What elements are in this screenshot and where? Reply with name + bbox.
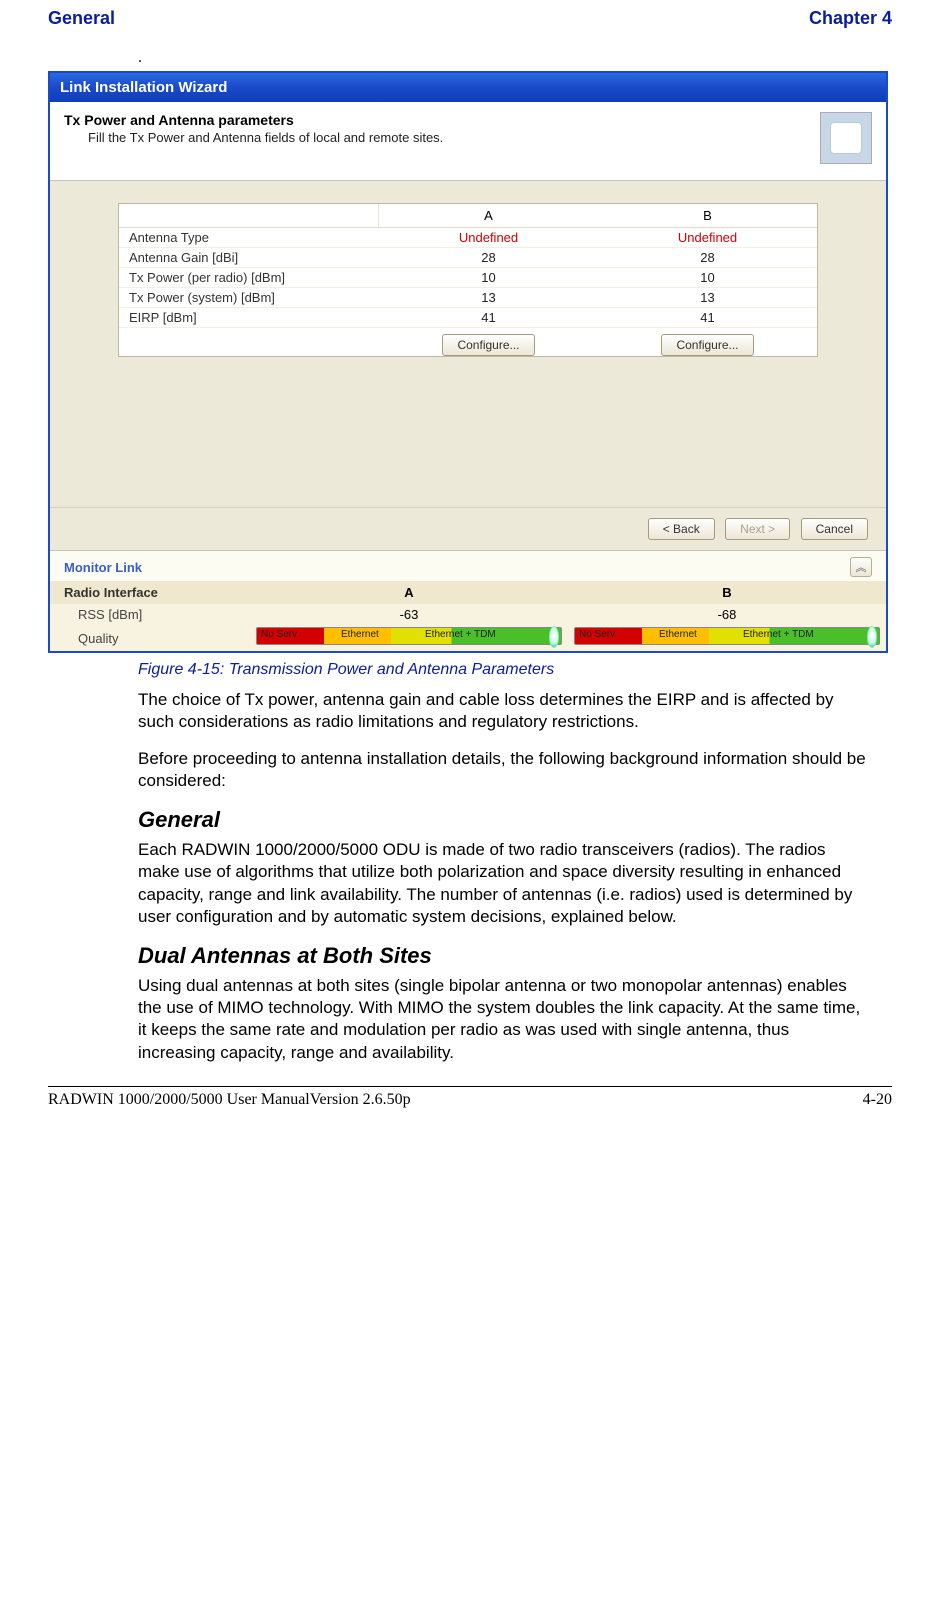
table-row: Antenna Type Undefined Undefined bbox=[119, 228, 817, 248]
bar-seg-ethtdm: Ethernet + TDM bbox=[743, 629, 814, 640]
quality-marker-a bbox=[549, 626, 559, 648]
wizard-body: A B Antenna Type Undefined Undefined Ant… bbox=[50, 181, 886, 367]
row-value-a: 41 bbox=[379, 308, 598, 327]
wizard-step-title: Tx Power and Antenna parameters bbox=[64, 112, 812, 128]
row-label: EIRP [dBm] bbox=[119, 308, 379, 327]
monitor-link-header[interactable]: Monitor Link ︽ bbox=[50, 550, 886, 581]
wizard-step-subtitle: Fill the Tx Power and Antenna fields of … bbox=[88, 130, 812, 145]
row-value-b: 28 bbox=[598, 248, 817, 267]
quality-marker-b bbox=[867, 626, 877, 648]
paragraph: Before proceeding to antenna installatio… bbox=[138, 748, 868, 793]
rss-a-value: -63 bbox=[250, 605, 568, 624]
table-row: Tx Power (system) [dBm] 13 13 bbox=[119, 288, 817, 308]
row-label: Tx Power (system) [dBm] bbox=[119, 288, 379, 307]
cancel-button[interactable]: Cancel bbox=[801, 518, 868, 540]
rss-label: RSS [dBm] bbox=[50, 604, 250, 625]
row-value-a: 28 bbox=[379, 248, 598, 267]
bar-seg-eth: Ethernet bbox=[341, 629, 379, 640]
row-value-b: 13 bbox=[598, 288, 817, 307]
paragraph: Each RADWIN 1000/2000/5000 ODU is made o… bbox=[138, 839, 868, 929]
next-button[interactable]: Next > bbox=[725, 518, 790, 540]
header-right: Chapter 4 bbox=[809, 8, 892, 29]
quality-label: Quality bbox=[50, 628, 250, 649]
back-button[interactable]: < Back bbox=[648, 518, 715, 540]
wizard-titlebar: Link Installation Wizard bbox=[50, 73, 886, 102]
row-label: Antenna Gain [dBi] bbox=[119, 248, 379, 267]
stray-dot: . bbox=[138, 49, 892, 67]
table-row: EIRP [dBm] 41 41 bbox=[119, 308, 817, 328]
page-header: General Chapter 4 bbox=[48, 8, 892, 29]
row-value-a: 13 bbox=[379, 288, 598, 307]
row-value-b: 41 bbox=[598, 308, 817, 327]
parameters-table: A B Antenna Type Undefined Undefined Ant… bbox=[118, 203, 818, 357]
header-left: General bbox=[48, 8, 115, 29]
section-heading-dual-antennas: Dual Antennas at Both Sites bbox=[138, 943, 892, 969]
row-label: Tx Power (per radio) [dBm] bbox=[119, 268, 379, 287]
configure-a-button[interactable]: Configure... bbox=[442, 334, 534, 356]
quality-row: Quality No Serv Ethernet Ethernet + TDM … bbox=[50, 625, 886, 651]
figure-caption: Figure 4-15: Transmission Power and Ante… bbox=[138, 661, 892, 679]
monitor-link-title: Monitor Link bbox=[64, 560, 142, 575]
footer-left: RADWIN 1000/2000/5000 User ManualVersion… bbox=[48, 1091, 411, 1109]
bar-seg-noserv: No Serv bbox=[261, 629, 297, 640]
table-row: Antenna Gain [dBi] 28 28 bbox=[119, 248, 817, 268]
bar-seg-noserv: No Serv bbox=[579, 629, 615, 640]
row-value-a: Undefined bbox=[379, 228, 598, 247]
footer-right: 4-20 bbox=[863, 1091, 892, 1109]
row-value-b: Undefined bbox=[598, 228, 817, 247]
radio-interface-label: Radio Interface bbox=[50, 581, 250, 604]
link-installation-wizard: Link Installation Wizard Tx Power and An… bbox=[48, 71, 888, 653]
row-value-b: 10 bbox=[598, 268, 817, 287]
configure-b-button[interactable]: Configure... bbox=[661, 334, 753, 356]
table-row: Tx Power (per radio) [dBm] 10 10 bbox=[119, 268, 817, 288]
wizard-nav: < Back Next > Cancel bbox=[50, 507, 886, 550]
collapse-icon[interactable]: ︽ bbox=[850, 557, 872, 577]
rss-b-value: -68 bbox=[568, 605, 886, 624]
radio-col-a: A bbox=[250, 581, 568, 604]
bar-seg-eth: Ethernet bbox=[659, 629, 697, 640]
wizard-header-panel: Tx Power and Antenna parameters Fill the… bbox=[50, 102, 886, 181]
radio-col-b: B bbox=[568, 581, 886, 604]
bar-seg-ethtdm: Ethernet + TDM bbox=[425, 629, 496, 640]
paragraph: The choice of Tx power, antenna gain and… bbox=[138, 689, 868, 734]
row-label: Antenna Type bbox=[119, 228, 379, 247]
footer-divider bbox=[48, 1086, 892, 1087]
wizard-empty-area bbox=[50, 367, 886, 507]
row-value-a: 10 bbox=[379, 268, 598, 287]
paragraph: Using dual antennas at both sites (singl… bbox=[138, 975, 868, 1065]
col-b-header: B bbox=[598, 204, 817, 227]
quality-bar-a: No Serv Ethernet Ethernet + TDM bbox=[256, 627, 562, 645]
quality-bar-b: No Serv Ethernet Ethernet + TDM bbox=[574, 627, 880, 645]
rss-row: RSS [dBm] -63 -68 bbox=[50, 604, 886, 625]
table-header-row: A B bbox=[119, 204, 817, 228]
page-footer: RADWIN 1000/2000/5000 User ManualVersion… bbox=[48, 1091, 892, 1109]
wizard-step-icon bbox=[820, 112, 872, 164]
configure-row: Configure... Configure... bbox=[119, 334, 817, 356]
section-heading-general: General bbox=[138, 807, 892, 833]
radio-interface-header: Radio Interface A B bbox=[50, 581, 886, 604]
col-a-header: A bbox=[379, 204, 598, 227]
